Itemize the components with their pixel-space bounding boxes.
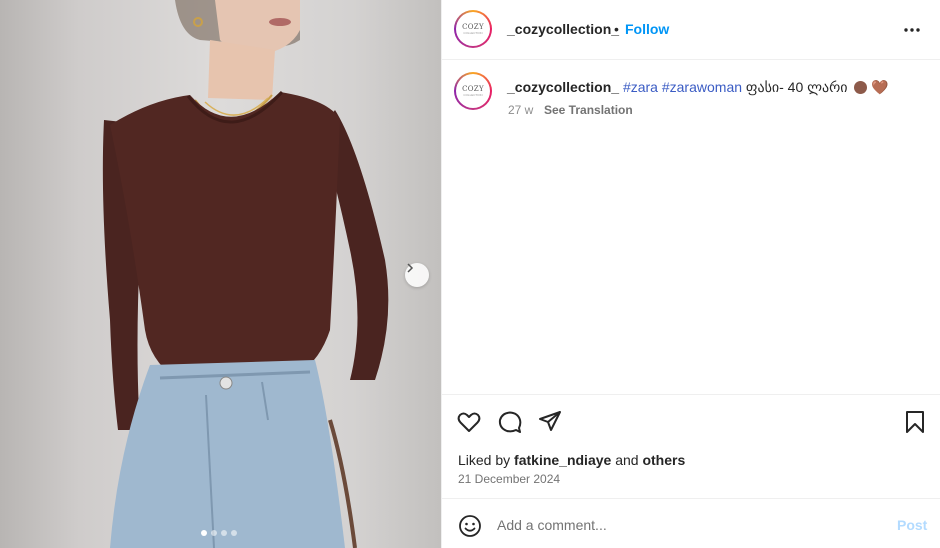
post-photo[interactable] xyxy=(0,0,441,548)
heart-icon[interactable] xyxy=(456,409,482,435)
logo-text: COZY xyxy=(462,84,484,93)
brown-heart-emoji-icon: 🤎 xyxy=(871,79,889,95)
liked-user-link[interactable]: fatkine_ndiaye xyxy=(514,452,611,468)
logo-text: COZY xyxy=(462,22,484,31)
avatar-logo: COZY COLLECTION xyxy=(456,12,490,46)
post-comment-button[interactable]: Post xyxy=(897,517,927,533)
carousel-next-button[interactable] xyxy=(405,263,429,287)
bookmark-icon[interactable] xyxy=(902,409,928,435)
brown-circle-emoji-icon xyxy=(854,81,868,94)
separator-bullet: • xyxy=(614,21,619,37)
liked-and: and xyxy=(615,452,639,468)
liked-by-text: Liked by fatkine_ndiaye and others xyxy=(458,452,685,468)
follow-button[interactable]: Follow xyxy=(625,21,669,37)
carousel-indicator xyxy=(201,530,237,536)
avatar[interactable]: COZY COLLECTION xyxy=(454,10,492,48)
logo-subtext: COLLECTION xyxy=(463,92,483,97)
carousel-dot xyxy=(211,530,217,536)
header-username[interactable]: _cozycollection_ xyxy=(507,21,619,37)
post-header: COZY COLLECTION _cozycollection_ • Follo… xyxy=(442,0,940,60)
smiley-icon[interactable] xyxy=(458,514,482,538)
model-illustration xyxy=(102,0,389,548)
carousel-dot xyxy=(201,530,207,536)
chevron-right-icon xyxy=(407,263,414,273)
caption-avatar[interactable]: COZY COLLECTION xyxy=(454,72,492,110)
avatar-logo: COZY COLLECTION xyxy=(456,74,490,108)
liked-prefix: Liked by xyxy=(458,452,511,468)
comment-bar: Post xyxy=(442,498,940,548)
post-date[interactable]: 21 December 2024 xyxy=(458,472,560,486)
hashtag-link[interactable]: #zara xyxy=(623,79,658,95)
caption-body: ფასი- 40 ლარი xyxy=(745,79,848,95)
comment-icon[interactable] xyxy=(497,409,523,435)
see-translation-link[interactable]: See Translation xyxy=(544,103,633,117)
caption-text: _cozycollection_ #zara #zarawoman ფასი- … xyxy=(507,79,889,96)
share-icon[interactable] xyxy=(537,409,563,435)
post-actions: Liked by fatkine_ndiaye and others 21 De… xyxy=(442,394,940,498)
carousel-dot xyxy=(231,530,237,536)
liked-others-link[interactable]: others xyxy=(642,452,685,468)
hashtag-link[interactable]: #zarawoman xyxy=(662,79,742,95)
more-options-icon[interactable] xyxy=(902,20,922,40)
logo-subtext: COLLECTION xyxy=(463,30,483,35)
post-side-panel: COZY COLLECTION _cozycollection_ • Follo… xyxy=(441,0,940,548)
caption-age[interactable]: 27 w xyxy=(508,103,533,117)
caption-username[interactable]: _cozycollection_ xyxy=(507,79,619,95)
carousel-dot xyxy=(221,530,227,536)
comment-input[interactable] xyxy=(497,512,877,538)
